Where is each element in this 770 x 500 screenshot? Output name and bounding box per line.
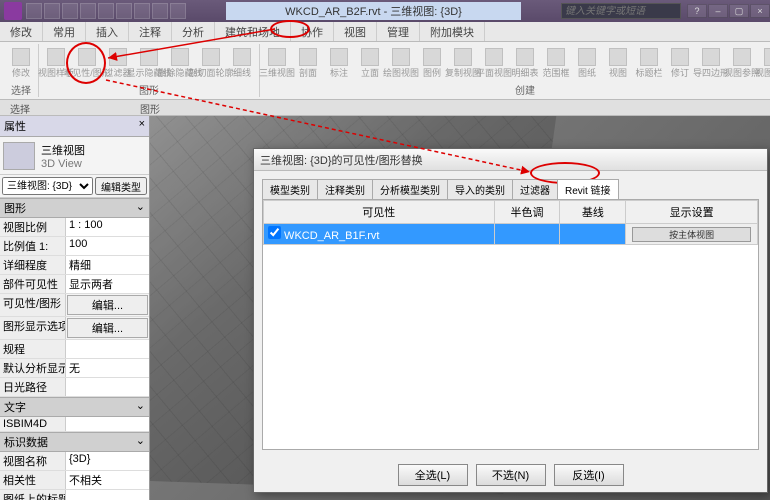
property-row[interactable]: 可见性/图形编辑... xyxy=(0,294,149,317)
property-row[interactable]: 默认分析显示无 xyxy=(0,359,149,378)
quick-access-toolbar xyxy=(26,3,186,19)
property-row[interactable]: 日光路径 xyxy=(0,378,149,397)
close-icon[interactable]: × xyxy=(750,4,770,18)
column-header: 基线 xyxy=(560,201,626,224)
ribbon-button[interactable]: 图例 xyxy=(418,44,446,82)
dialog-tab[interactable]: 导入的类别 xyxy=(447,179,513,199)
qat-btn[interactable] xyxy=(134,3,150,19)
edit-type-button[interactable]: 编辑类型 xyxy=(95,177,147,195)
property-section-header[interactable]: 文字⌄ xyxy=(0,397,149,417)
property-row[interactable]: 图纸上的标题 xyxy=(0,490,149,500)
qat-btn[interactable] xyxy=(170,3,186,19)
column-header: 显示设置 xyxy=(626,201,758,224)
ribbon-button[interactable]: 视图参照 xyxy=(728,44,756,82)
ribbon-group-label: 选择 xyxy=(11,82,31,97)
dialog-tabs: 模型类别注释类别分析模型类别导入的类别过滤器Revit 链接 xyxy=(254,171,767,199)
ribbon-button[interactable]: 复制视图 xyxy=(449,44,477,82)
window-title: WKCD_AR_B2F.rvt - 三维视图: {3D} xyxy=(226,2,521,20)
ribbon-button[interactable]: 平面视图 xyxy=(480,44,508,82)
properties-panel: 属性 × 三维视图 3D View 三维视图: {3D} 编辑类型 图形⌄视图比例… xyxy=(0,116,150,500)
property-row[interactable]: 比例值 1:100 xyxy=(0,237,149,256)
menu-tab[interactable]: 修改 xyxy=(0,22,43,41)
qat-btn[interactable] xyxy=(98,3,114,19)
ribbon-button[interactable]: 视图 xyxy=(604,44,632,82)
menu-tab[interactable]: 管理 xyxy=(377,22,420,41)
ribbon-button[interactable]: 明细表 xyxy=(511,44,539,82)
ribbon-button[interactable]: 图纸 xyxy=(573,44,601,82)
ribbon-button[interactable]: 导四边形 xyxy=(697,44,725,82)
ribbon-button[interactable]: 修改 xyxy=(7,44,35,82)
ribbon-button[interactable]: 标注 xyxy=(325,44,353,82)
menu-tab[interactable]: 附加模块 xyxy=(420,22,485,41)
property-row[interactable]: 相关性不相关 xyxy=(0,471,149,490)
qat-btn[interactable] xyxy=(116,3,132,19)
menu-tab[interactable]: 视图 xyxy=(334,22,377,41)
column-header: 半色调 xyxy=(494,201,560,224)
visibility-graphics-dialog: 三维视图: {3D}的可见性/图形替换 模型类别注释类别分析模型类别导入的类别过… xyxy=(253,148,768,493)
selector-label: 选择 xyxy=(0,100,40,115)
column-header: 可见性 xyxy=(264,201,495,224)
dialog-title: 三维视图: {3D}的可见性/图形替换 xyxy=(254,149,767,171)
property-row[interactable]: 规程 xyxy=(0,340,149,359)
ribbon: 修改选择视图样板可见性/图形过滤器显示隐藏线删除隐藏线剖切面轮廓细线图形三维视图… xyxy=(0,42,770,100)
qat-btn[interactable] xyxy=(80,3,96,19)
property-row[interactable]: 视图名称{3D} xyxy=(0,452,149,471)
menu-tab[interactable]: 协作 xyxy=(291,22,334,41)
invert-selection-button[interactable]: 反选(I) xyxy=(554,464,624,486)
property-row[interactable]: 部件可见性显示两者 xyxy=(0,275,149,294)
ribbon-button[interactable]: 标题栏 xyxy=(635,44,663,82)
links-table: 可见性半色调基线显示设置 WKCD_AR_B1F.rvt按主体视图 xyxy=(263,200,758,245)
property-row[interactable]: 图形显示选项编辑... xyxy=(0,317,149,340)
qat-btn[interactable] xyxy=(26,3,42,19)
maximize-icon[interactable]: ▢ xyxy=(729,4,749,18)
ribbon-button[interactable]: 修订 xyxy=(666,44,694,82)
view-selector[interactable]: 三维视图: {3D} xyxy=(2,177,93,195)
panel-close-icon[interactable]: × xyxy=(139,118,145,134)
menu-tab[interactable]: 注释 xyxy=(129,22,172,41)
table-row[interactable]: WKCD_AR_B1F.rvt按主体视图 xyxy=(264,224,758,245)
properties-title: 属性 xyxy=(4,118,26,134)
display-setting-button[interactable]: 按主体视图 xyxy=(632,227,751,242)
menu-tab[interactable]: 插入 xyxy=(86,22,129,41)
menu-tab[interactable]: 建筑和场地 xyxy=(215,22,291,41)
menu-tab[interactable]: 常用 xyxy=(43,22,86,41)
ribbon-button[interactable]: 视图参照 xyxy=(759,44,770,82)
qat-btn[interactable] xyxy=(62,3,78,19)
qat-btn[interactable] xyxy=(152,3,168,19)
ribbon-button[interactable]: 范围框 xyxy=(542,44,570,82)
dialog-tab[interactable]: Revit 链接 xyxy=(557,179,619,199)
dialog-tab[interactable]: 注释类别 xyxy=(317,179,373,199)
ribbon-button[interactable]: 剖面 xyxy=(294,44,322,82)
property-section-header[interactable]: 标识数据⌄ xyxy=(0,432,149,452)
select-none-button[interactable]: 不选(N) xyxy=(476,464,546,486)
graphics-label: 图形 xyxy=(130,100,170,115)
dialog-tab[interactable]: 模型类别 xyxy=(262,179,318,199)
ribbon-button[interactable]: 立面 xyxy=(356,44,384,82)
ribbon-button[interactable]: 绘图视图 xyxy=(387,44,415,82)
help-icon[interactable]: ? xyxy=(687,4,707,18)
app-icon xyxy=(4,2,22,20)
qat-btn[interactable] xyxy=(44,3,60,19)
property-row[interactable]: 详细程度精细 xyxy=(0,256,149,275)
view-subtype: 3D View xyxy=(41,158,85,170)
dialog-tab[interactable]: 分析模型类别 xyxy=(372,179,448,199)
ribbon-button[interactable]: 可见性/图形 xyxy=(73,44,101,82)
ribbon-group-label: 创建 xyxy=(515,82,535,97)
ribbon-button[interactable]: 细线 xyxy=(228,44,256,82)
select-all-button[interactable]: 全选(L) xyxy=(398,464,468,486)
row-checkbox[interactable] xyxy=(268,226,281,239)
dialog-tab[interactable]: 过滤器 xyxy=(512,179,558,199)
ribbon-button[interactable]: 剖切面轮廓 xyxy=(197,44,225,82)
property-row[interactable]: 视图比例1 : 100 xyxy=(0,218,149,237)
view-thumbnail xyxy=(3,142,35,170)
minimize-icon[interactable]: – xyxy=(708,4,728,18)
menu-tabs: 修改常用插入注释分析建筑和场地协作视图管理附加模块 xyxy=(0,22,770,42)
menu-tab[interactable]: 分析 xyxy=(172,22,215,41)
property-section-header[interactable]: 图形⌄ xyxy=(0,198,149,218)
search-input[interactable] xyxy=(561,3,681,19)
view-type: 三维视图 xyxy=(41,142,85,158)
ribbon-group-label: 图形 xyxy=(139,82,159,97)
ribbon-button[interactable]: 三维视图 xyxy=(263,44,291,82)
property-row[interactable]: ISBIM4D xyxy=(0,417,149,432)
